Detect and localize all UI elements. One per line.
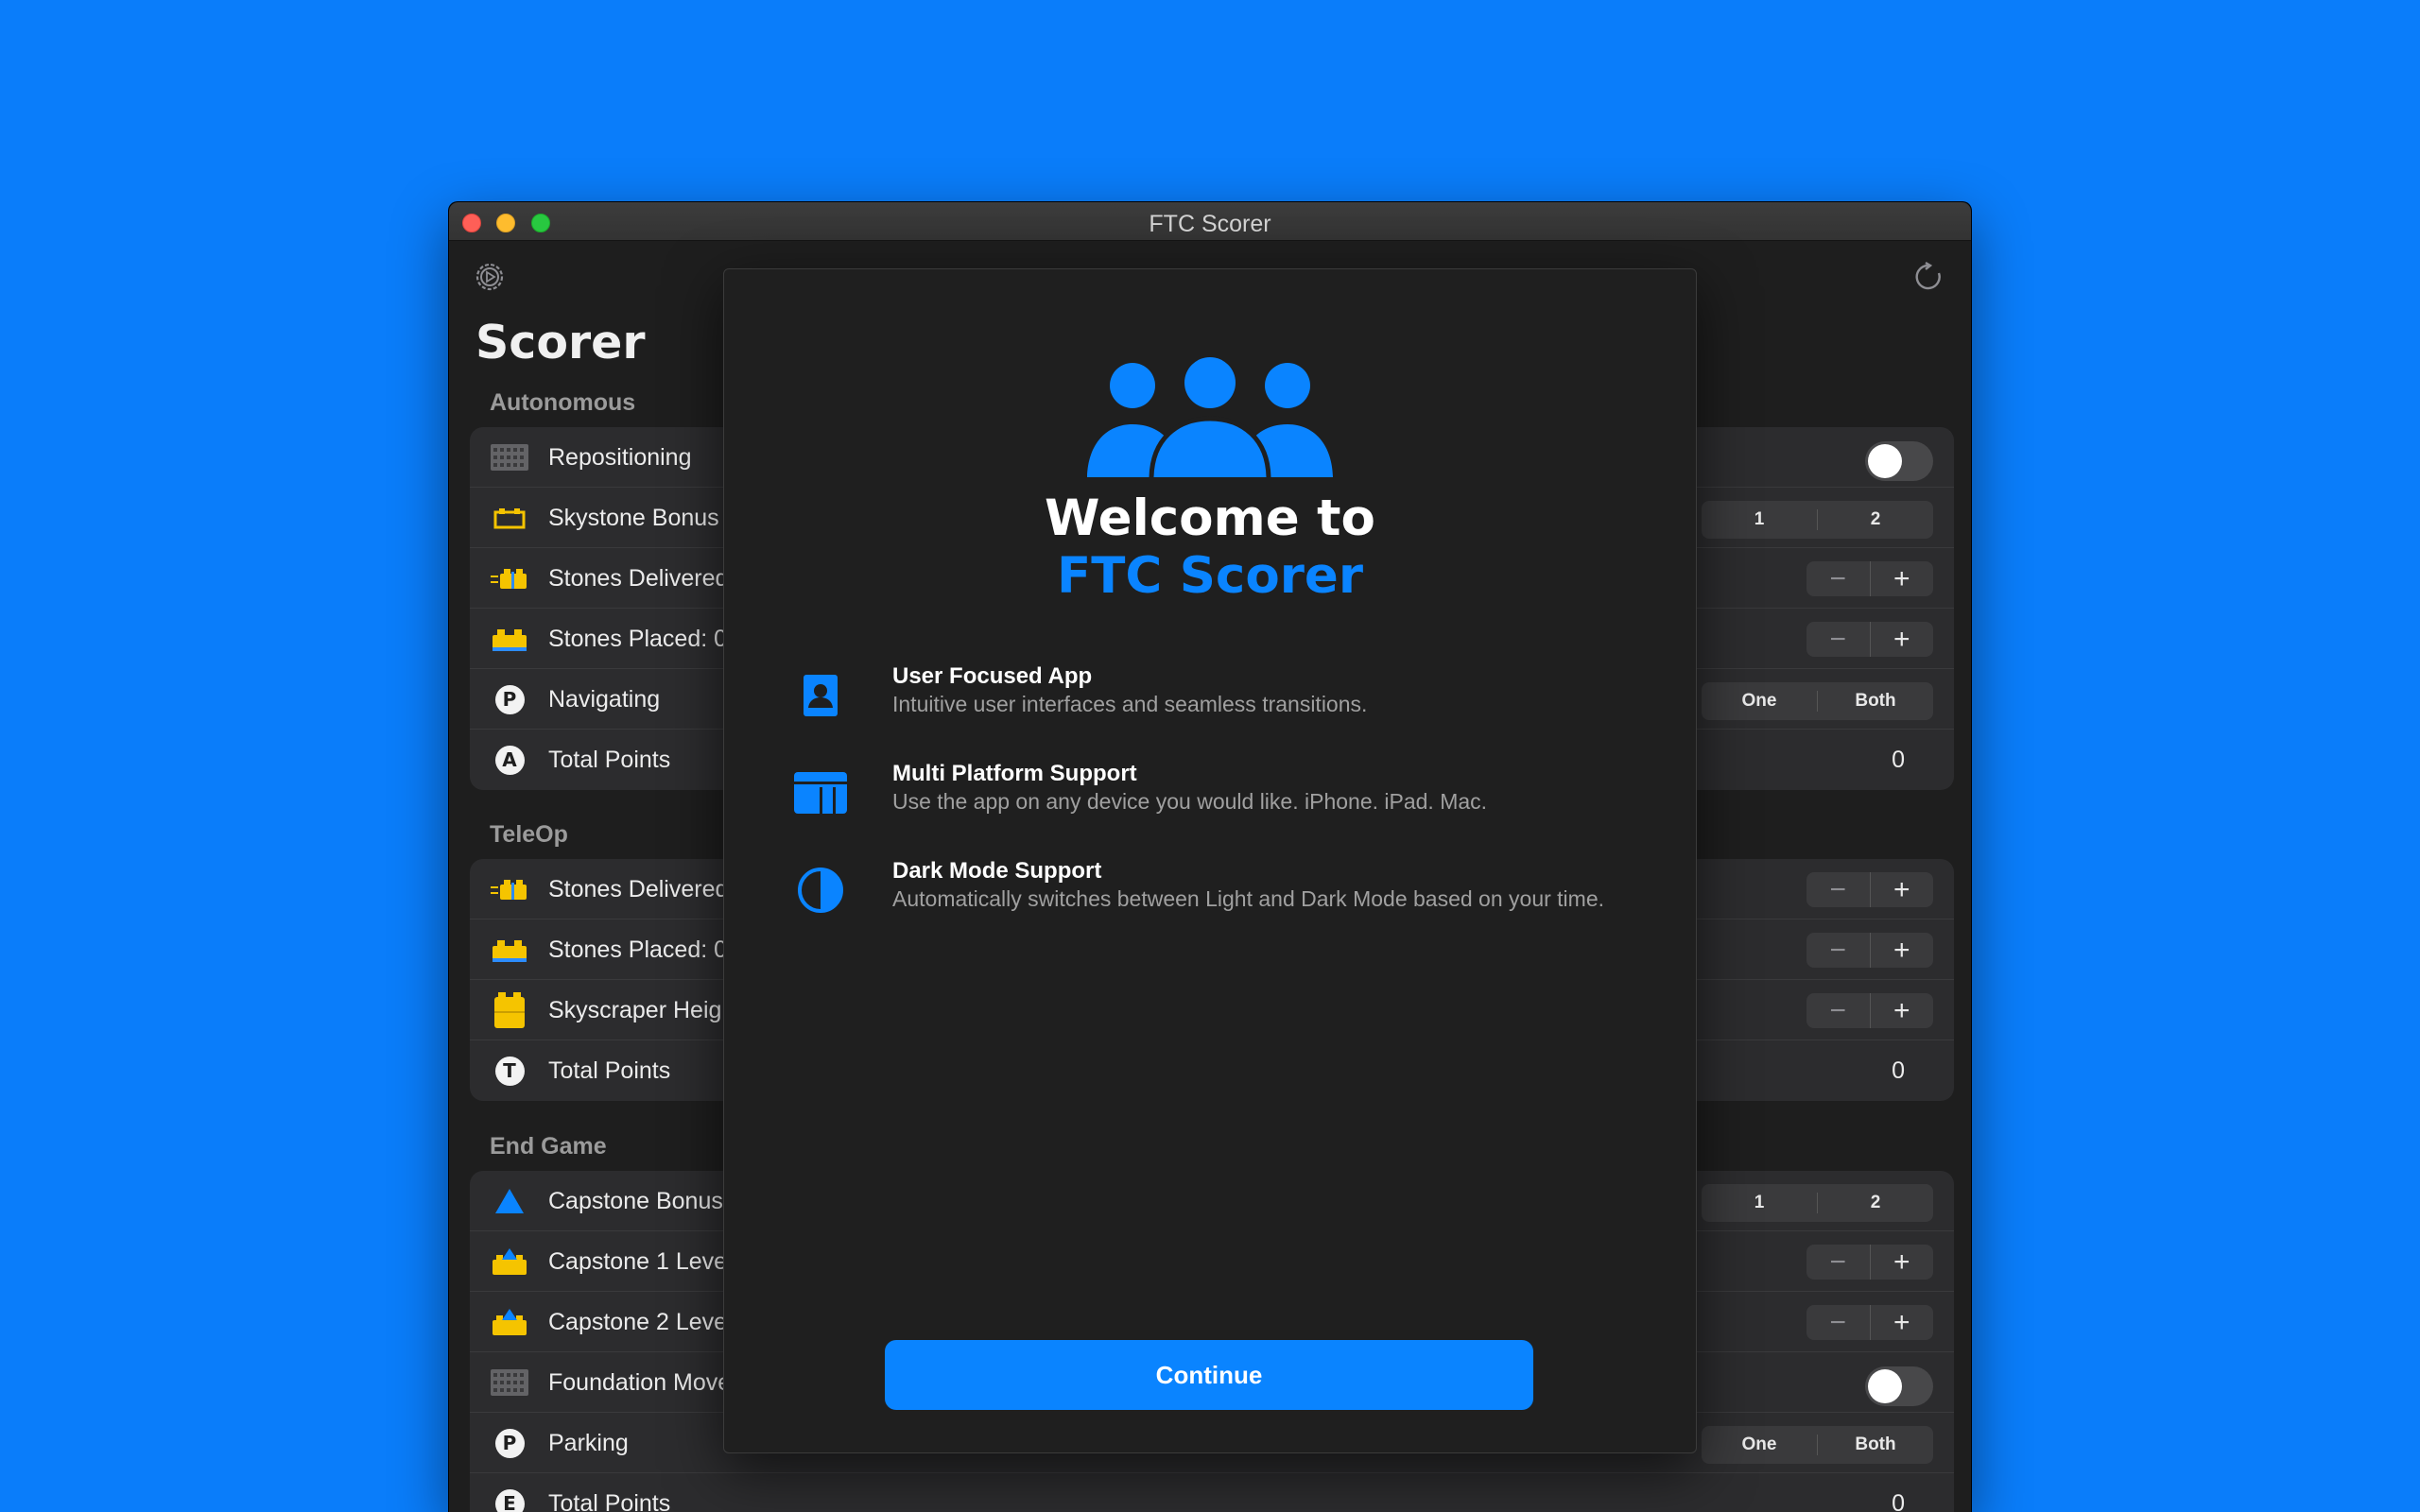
window-title: FTC Scorer (1149, 211, 1271, 237)
feature-description: Automatically switches between Light and… (892, 886, 1605, 911)
letter-p-icon: P (494, 1428, 525, 1458)
row-label: Stones Placed: 0 (548, 626, 728, 652)
stones-delivered-stepper[interactable]: − + (1806, 872, 1933, 907)
decrement-button[interactable]: − (1806, 1305, 1870, 1340)
stones-delivered-stepper[interactable]: − + (1806, 561, 1933, 596)
app-name-heading: FTC Scorer (1057, 547, 1363, 605)
parking-picker[interactable]: One Both (1702, 1426, 1933, 1464)
settings-gear-icon[interactable] (474, 261, 506, 293)
capstone-level-icon (491, 1246, 528, 1277)
stones-placed-stepper[interactable]: − + (1806, 622, 1933, 657)
reset-icon[interactable] (1912, 261, 1945, 293)
row-label: Skyscraper Heigh (548, 997, 735, 1023)
navigating-picker[interactable]: One Both (1702, 682, 1933, 720)
person-card-icon (804, 675, 838, 716)
stone-placed-icon (491, 935, 528, 965)
letter-p-icon: P (494, 684, 525, 714)
capstone-level-icon (491, 1307, 528, 1337)
increment-button[interactable]: + (1869, 622, 1934, 657)
segment-2[interactable]: 2 (1817, 509, 1933, 530)
row-label: Total Points (548, 1490, 671, 1512)
foundation-grid-icon (491, 442, 528, 472)
skystone-icon (491, 503, 528, 533)
repositioning-toggle[interactable] (1865, 441, 1933, 481)
skyscraper-height-stepper[interactable]: − + (1806, 993, 1933, 1028)
increment-button[interactable]: + (1869, 993, 1934, 1028)
dark-mode-icon (798, 868, 843, 913)
segment-1[interactable]: 1 (1702, 509, 1817, 530)
segment-both[interactable]: Both (1817, 1435, 1933, 1455)
multi-platform-icon (794, 772, 847, 814)
letter-a-icon: A (494, 745, 525, 775)
section-title-endgame: End Game (490, 1133, 607, 1160)
increment-button[interactable]: + (1869, 1305, 1934, 1340)
row-label: Repositioning (548, 444, 692, 471)
endgame-total-value: 0 (1892, 1490, 1905, 1512)
feature-item: Multi Platform Support Use the app on an… (724, 761, 1696, 836)
list-item: E Total Points 0 (470, 1473, 1954, 1512)
page-title: Scorer (475, 316, 646, 369)
segment-both[interactable]: Both (1817, 691, 1933, 712)
skyscraper-icon (491, 992, 528, 1028)
welcome-sheet: Welcome to FTC Scorer User Focused App I… (723, 268, 1697, 1453)
row-label: Stones Placed: 0 (548, 936, 728, 963)
row-label: Parking (548, 1430, 629, 1456)
capstone-2-level-stepper[interactable]: − + (1806, 1305, 1933, 1340)
row-label: Stones Delivered (548, 565, 729, 592)
feature-description: Use the app on any device you would like… (892, 789, 1488, 814)
stone-placed-icon (491, 624, 528, 654)
increment-button[interactable]: + (1869, 872, 1934, 907)
feature-item: User Focused App Intuitive user interfac… (724, 663, 1696, 739)
teleop-total-value: 0 (1892, 1057, 1905, 1084)
stones-placed-stepper[interactable]: − + (1806, 933, 1933, 968)
segment-2[interactable]: 2 (1817, 1193, 1933, 1213)
title-bar[interactable]: FTC Scorer (449, 202, 1971, 241)
feature-title: User Focused App (892, 663, 1093, 689)
capstone-1-level-stepper[interactable]: − + (1806, 1245, 1933, 1280)
people-group-icon (1087, 357, 1333, 478)
skystone-bonus-picker[interactable]: 1 2 (1702, 501, 1933, 539)
stone-delivered-icon (491, 563, 528, 593)
capstone-triangle-icon (491, 1186, 528, 1216)
row-label: Capstone Bonus (548, 1188, 723, 1214)
letter-t-icon: T (494, 1056, 525, 1086)
decrement-button[interactable]: − (1806, 622, 1870, 657)
feature-title: Dark Mode Support (892, 858, 1102, 884)
row-label: Total Points (548, 1057, 671, 1084)
feature-item: Dark Mode Support Automatically switches… (724, 858, 1696, 934)
section-title-autonomous: Autonomous (490, 389, 636, 416)
row-label: Foundation Move (548, 1369, 732, 1396)
section-title-teleop: TeleOp (490, 821, 568, 848)
row-label: Navigating (548, 686, 661, 713)
feature-title: Multi Platform Support (892, 761, 1137, 786)
decrement-button[interactable]: − (1806, 561, 1870, 596)
continue-button[interactable]: Continue (885, 1340, 1533, 1410)
decrement-button[interactable]: − (1806, 993, 1870, 1028)
decrement-button[interactable]: − (1806, 933, 1870, 968)
row-label: Capstone 2 Leve (548, 1309, 728, 1335)
increment-button[interactable]: + (1869, 933, 1934, 968)
row-label: Skystone Bonus (548, 505, 719, 531)
foundation-moved-toggle[interactable] (1865, 1366, 1933, 1406)
row-label: Total Points (548, 747, 671, 773)
row-label: Capstone 1 Level (548, 1248, 733, 1275)
decrement-button[interactable]: − (1806, 1245, 1870, 1280)
app-window: FTC Scorer Scorer Autonomous Repositioni… (448, 201, 1972, 1512)
stone-delivered-icon (491, 874, 528, 904)
segment-one[interactable]: One (1702, 1435, 1817, 1455)
autonomous-total-value: 0 (1892, 747, 1905, 773)
foundation-grid-icon (491, 1367, 528, 1398)
row-label: Stones Delivered (548, 876, 729, 902)
increment-button[interactable]: + (1869, 1245, 1934, 1280)
increment-button[interactable]: + (1869, 561, 1934, 596)
feature-description: Intuitive user interfaces and seamless t… (892, 692, 1368, 716)
segment-1[interactable]: 1 (1702, 1193, 1817, 1213)
decrement-button[interactable]: − (1806, 872, 1870, 907)
capstone-bonus-picker[interactable]: 1 2 (1702, 1184, 1933, 1222)
letter-e-icon: E (494, 1488, 525, 1512)
segment-one[interactable]: One (1702, 691, 1817, 712)
welcome-heading: Welcome to (1045, 490, 1375, 547)
